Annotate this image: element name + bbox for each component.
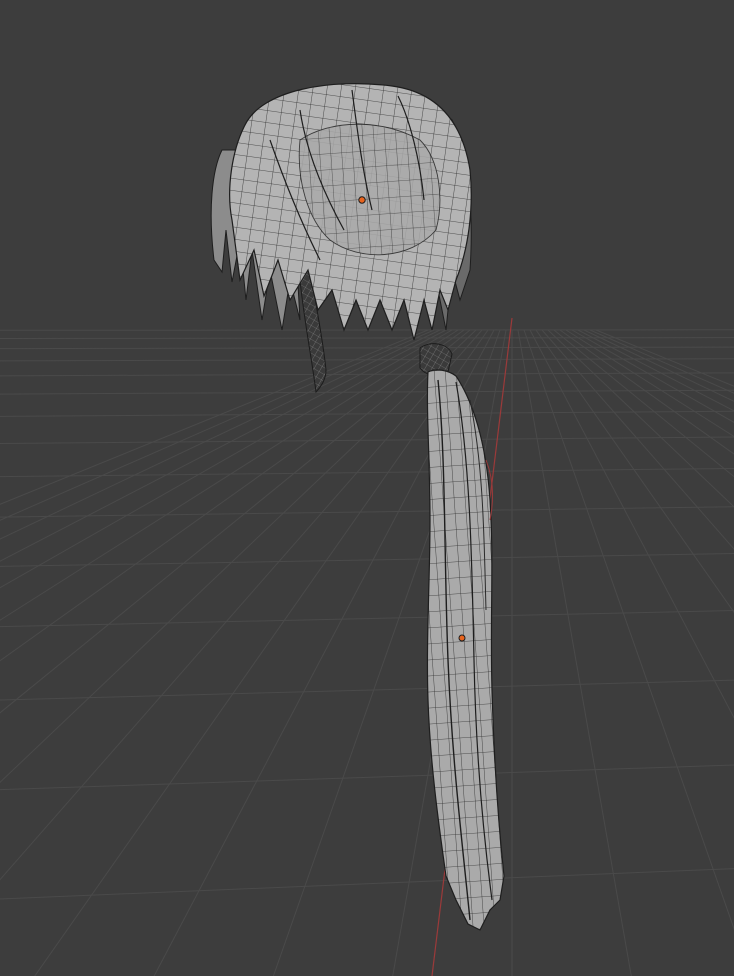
grid-line [0,329,459,621]
grid-line [595,329,734,387]
grid-line [0,329,453,589]
grid-line [559,329,734,455]
grid-line [517,329,632,976]
grid-line [0,764,734,791]
grid-line [547,329,734,508]
grid-line [0,679,734,701]
grid-line [0,610,734,628]
grid-line [0,346,734,350]
grid-line [577,329,734,412]
hair-bangs-mesh[interactable] [229,83,472,341]
grid-line [0,436,734,445]
grid-line [535,329,734,614]
object-origin-dot[interactable] [458,634,466,642]
grid-line [523,329,734,931]
hair-ponytail-mesh[interactable] [426,369,505,931]
object-origin-dot[interactable] [358,196,366,204]
viewport-canvas[interactable] [0,0,734,976]
grid-line [0,868,734,900]
grid-line [0,329,447,562]
grid-line [583,329,734,402]
grid-line [0,553,734,567]
grid-line [529,329,734,719]
grid-line [0,389,734,395]
grid-line [571,329,734,423]
grid-line [0,329,435,521]
floor-grid [0,329,734,976]
3d-viewport[interactable] [0,0,734,976]
grid-line [0,329,734,331]
grid-line [0,329,465,662]
grid-line [0,329,477,784]
grid-line [589,329,734,394]
grid-line [0,337,734,340]
grid-line [541,329,734,550]
